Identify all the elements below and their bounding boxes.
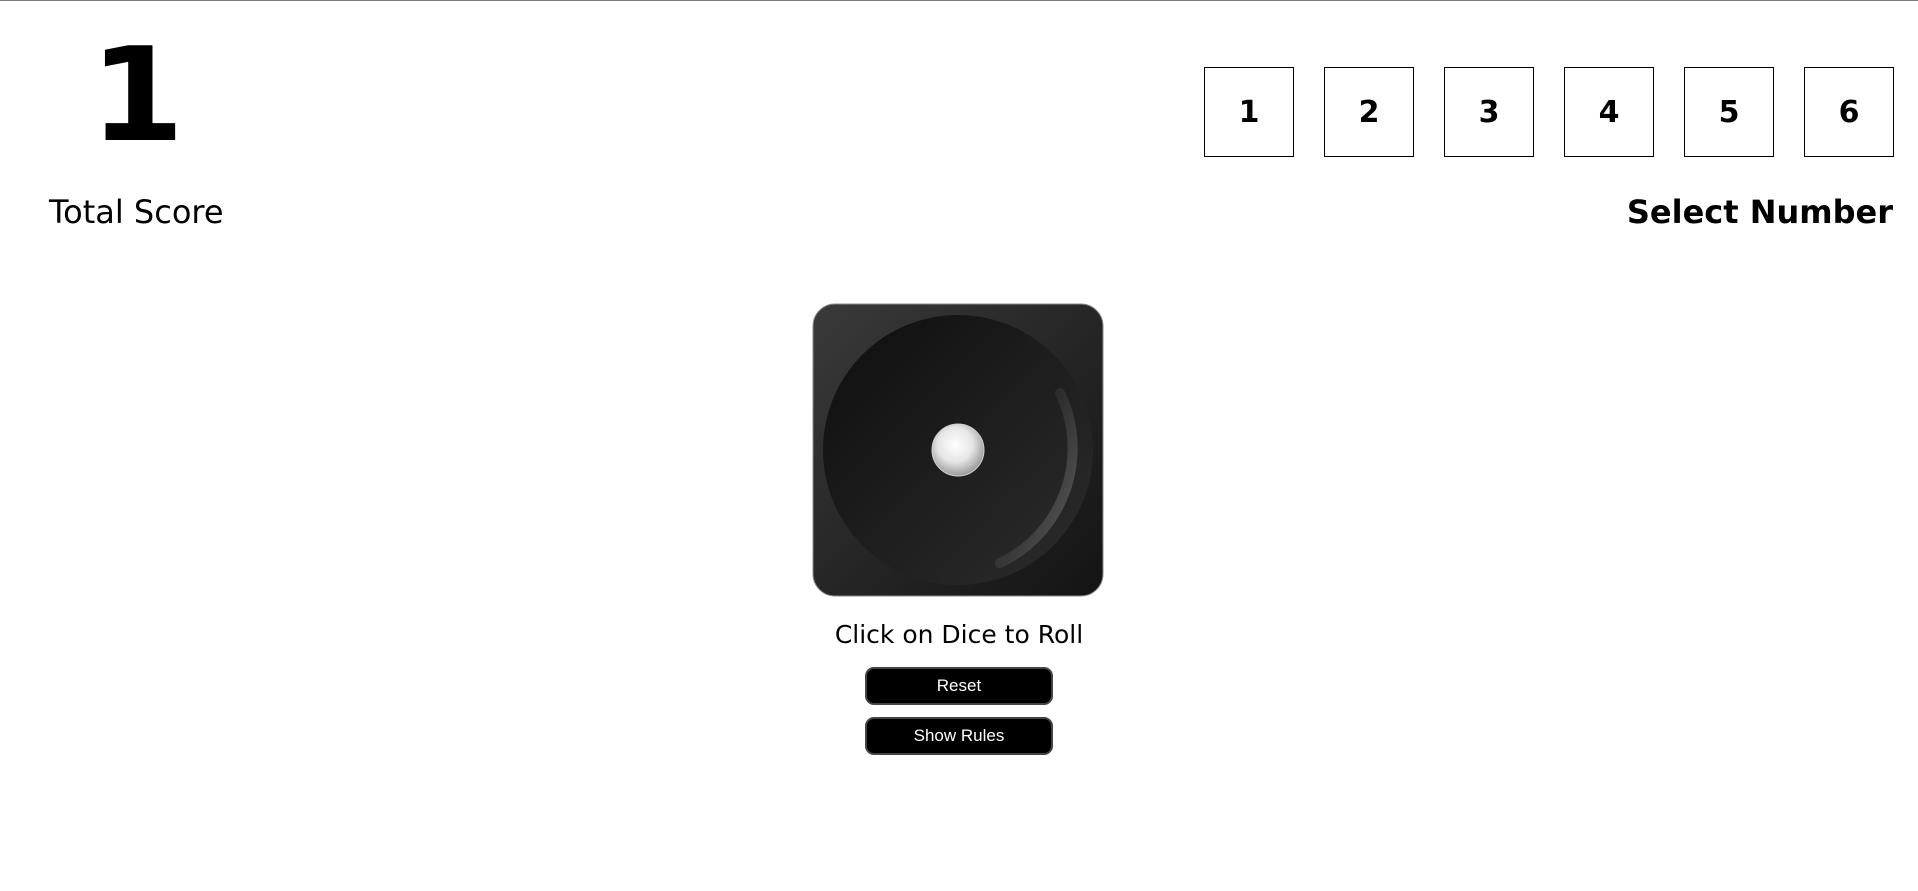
select-number-label: Select Number — [1626, 193, 1893, 231]
top-divider — [0, 0, 1918, 1]
roll-instruction-text: Click on Dice to Roll — [834, 620, 1084, 649]
show-rules-button[interactable]: Show Rules — [865, 717, 1053, 755]
total-score-label: Total Score — [49, 193, 224, 231]
number-option-3[interactable]: 3 — [1444, 67, 1534, 157]
number-selector: 1 2 3 4 5 6 — [1204, 67, 1894, 157]
number-option-2[interactable]: 2 — [1324, 67, 1414, 157]
number-option-4[interactable]: 4 — [1564, 67, 1654, 157]
number-option-5[interactable]: 5 — [1684, 67, 1774, 157]
dice-one-icon — [812, 303, 1104, 597]
total-score-value: 1 — [89, 19, 185, 171]
total-score-panel: 1 — [36, 30, 236, 160]
number-option-6[interactable]: 6 — [1804, 67, 1894, 157]
number-option-1[interactable]: 1 — [1204, 67, 1294, 157]
reset-button[interactable]: Reset — [865, 667, 1053, 705]
dice-button[interactable] — [812, 303, 1104, 597]
